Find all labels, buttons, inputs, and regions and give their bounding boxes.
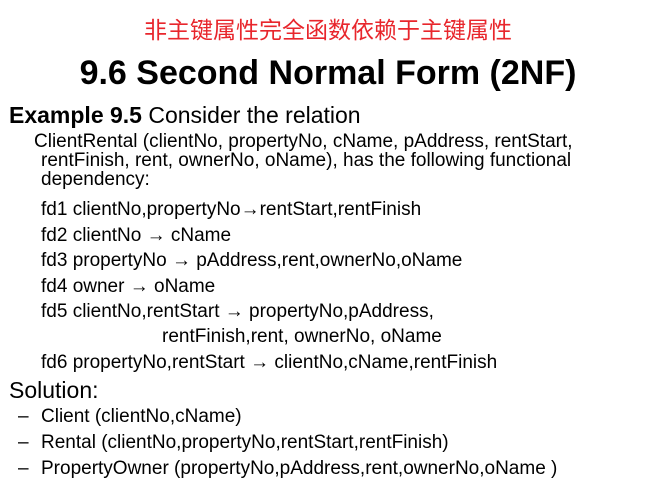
fd1: fd1 clientNo,propertyNo→rentStart,rentFi… bbox=[41, 199, 422, 220]
fd5-continuation: rentFinish,rent, ownerNo, oName bbox=[162, 326, 442, 347]
solution-text: PropertyOwner (propertyNo,pAddress,rent,… bbox=[41, 458, 558, 479]
slide-title: 9.6 Second Normal Form (2NF) bbox=[79, 54, 577, 92]
bullet-dash: – bbox=[18, 432, 29, 453]
example-label: Example 9.5 bbox=[9, 102, 142, 128]
relation-description: ClientRental (clientNo, propertyNo, cNam… bbox=[34, 132, 573, 189]
solution-item-propertyowner: – PropertyOwner (propertyNo,pAddress,rent… bbox=[18, 457, 557, 481]
bullet-dash: – bbox=[18, 406, 29, 427]
fd5: fd5 clientNo,rentStart → propertyNo,pAdd… bbox=[41, 301, 434, 322]
solution-text: Rental (clientNo,propertyNo,rentStart,re… bbox=[41, 432, 449, 453]
solution-item-client: – Client (clientNo,cName) bbox=[18, 405, 242, 429]
example-heading: Example 9.5 Consider the relation bbox=[9, 101, 361, 129]
solution-heading: Solution: bbox=[9, 377, 99, 403]
chinese-heading: 非主键属性完全函数依赖于主键属性 bbox=[144, 18, 512, 44]
fd4: fd4 owner → oName bbox=[41, 276, 216, 297]
relation-line: rentFinish, rent, ownerNo, oName), has t… bbox=[41, 150, 572, 171]
example-text: Consider the relation bbox=[141, 102, 361, 128]
solution-text: Client (clientNo,cName) bbox=[41, 406, 242, 427]
solution-item-rental: – Rental (clientNo,propertyNo,rentStart,r… bbox=[18, 431, 449, 455]
relation-line: ClientRental (clientNo, propertyNo, cNam… bbox=[34, 131, 573, 152]
fd6: fd6 propertyNo,rentStart → clientNo,cNam… bbox=[41, 352, 498, 373]
bullet-dash: – bbox=[18, 458, 29, 479]
fd3: fd3 propertyNo → pAddress,rent,ownerNo,o… bbox=[41, 250, 463, 271]
fd2: fd2 clientNo → cName bbox=[41, 225, 232, 246]
relation-line: dependency: bbox=[41, 169, 150, 190]
